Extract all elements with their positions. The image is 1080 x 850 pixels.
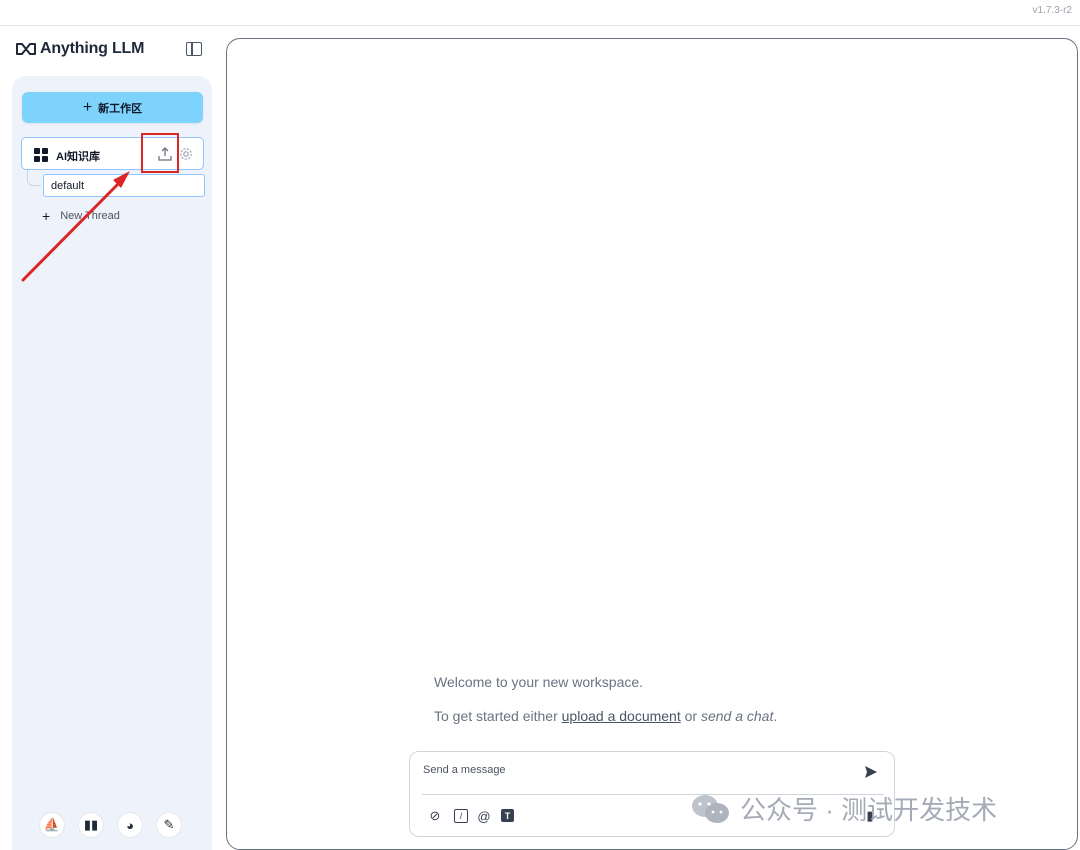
new-workspace-label: 新工作区 (98, 102, 143, 115)
version-label: v1.7.3-r2 (1032, 5, 1072, 16)
title-bar: v1.7.3-r2 (0, 0, 1080, 26)
text-size-icon[interactable]: T (501, 809, 514, 822)
watermark: 公众号 · 测试开发技术 (690, 790, 997, 827)
settings-wrench-icon[interactable]: ✎ (157, 813, 181, 837)
at-mention-icon[interactable]: @ (476, 808, 492, 824)
app-name: Anything LLM (40, 40, 145, 57)
anything-llm-logo-icon (16, 43, 36, 55)
slash-command-icon[interactable]: / (454, 809, 468, 823)
wechat-logo-icon (692, 794, 729, 823)
period: . (773, 708, 778, 724)
brand: Anything LLM (16, 40, 144, 58)
thread-connector (27, 170, 41, 186)
plus-icon: + (82, 98, 93, 116)
send-chat-text: send a chat (700, 708, 774, 724)
upload-document-link[interactable]: upload a document (562, 708, 681, 724)
welcome-text: Welcome to your new workspace. (434, 674, 644, 690)
get-started-prefix: To get started either (434, 708, 562, 724)
watermark-text: 公众号 · 测试开发技术 (740, 795, 998, 825)
discord-icon[interactable]: ◕ (118, 813, 142, 837)
attach-icon[interactable]: ⊘ (428, 808, 442, 824)
message-input[interactable]: Send a message (423, 764, 506, 776)
new-thread-button[interactable]: + New Thread (42, 208, 120, 224)
docs-icon[interactable]: ▮▮ (79, 813, 103, 837)
new-workspace-button[interactable]: + 新工作区 (22, 92, 203, 123)
send-icon[interactable] (863, 764, 879, 780)
plus-icon: + (42, 208, 51, 224)
sidebar-toggle-icon[interactable] (186, 42, 202, 56)
community-hub-icon[interactable]: ⛵ (40, 813, 64, 837)
new-thread-label: New Thread (60, 210, 120, 222)
workspace-name: AI知识库 (56, 151, 100, 163)
or-text: or (680, 708, 701, 724)
upload-highlight-box (141, 133, 179, 173)
chat-panel (226, 38, 1078, 850)
get-started-text: To get started either upload a document … (434, 708, 777, 724)
thread-item-default[interactable]: default (43, 174, 205, 197)
workspace-grid-icon (34, 148, 48, 162)
sidebar-footer: ⛵ ▮▮ ◕ ✎ (40, 813, 181, 837)
gear-icon[interactable] (179, 147, 193, 161)
